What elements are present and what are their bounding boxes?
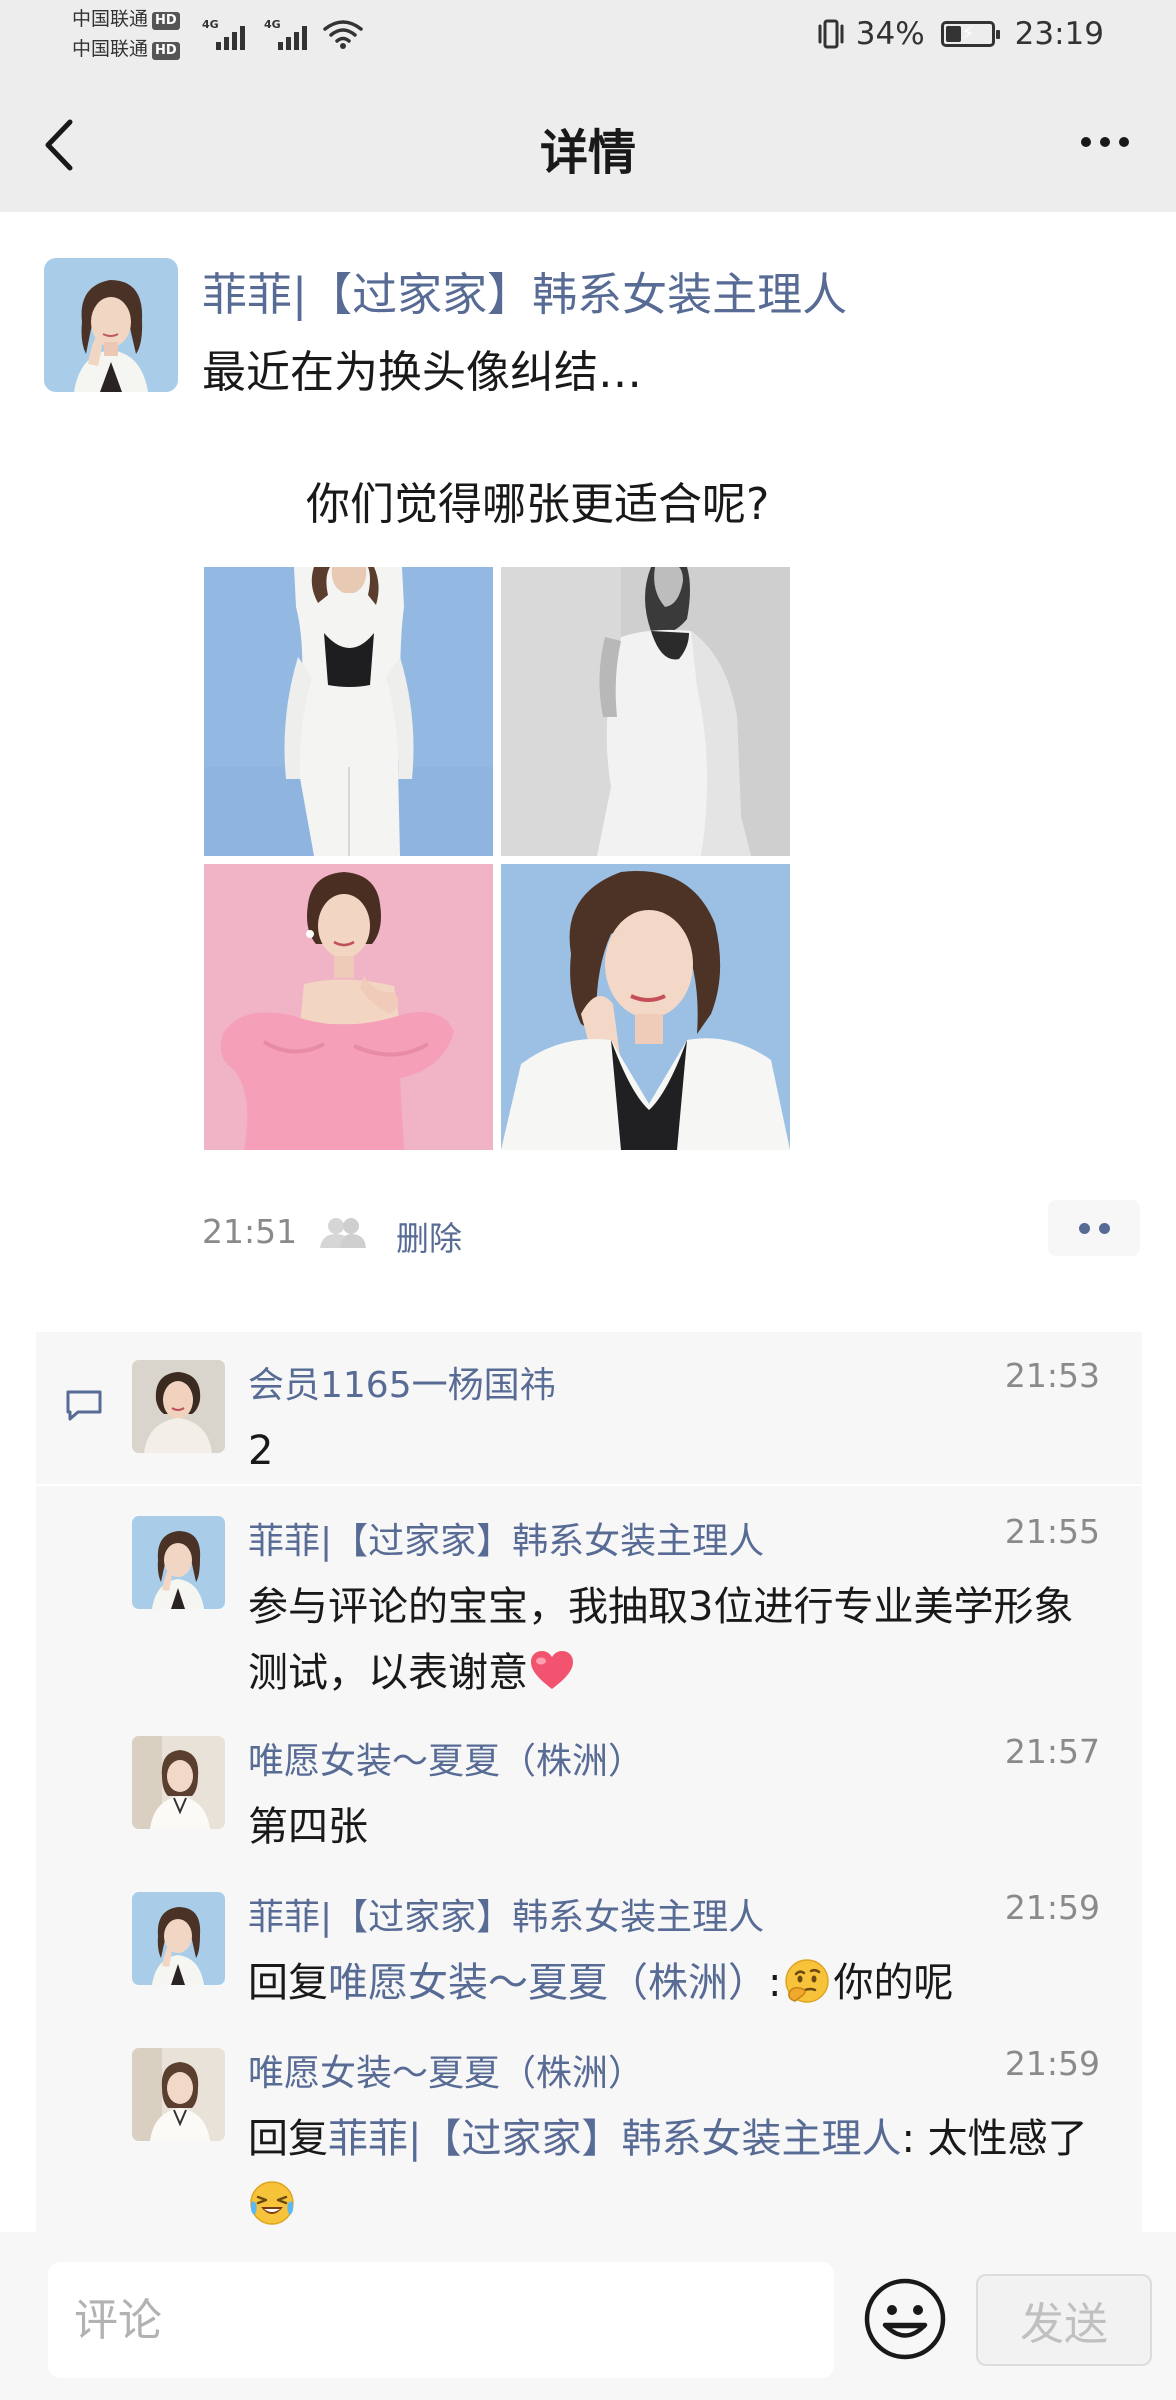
post-text-line-2: 你们觉得哪张更适合呢? (306, 479, 770, 530)
comment-text: 回复唯愿女装～夏夏（株洲）: 你的呢 (248, 1950, 1108, 2016)
battery-icon: ⚡ (940, 21, 1000, 47)
post-image-3[interactable] (204, 864, 493, 1150)
commenter-avatar[interactable] (132, 2048, 225, 2141)
post-time: 21:51 (202, 1212, 298, 1251)
comment-time: 21:59 (1004, 2044, 1100, 2083)
comment-input-bar: 发送 (0, 2232, 1176, 2400)
commenter-name[interactable]: 唯愿女装～夏夏（株洲） (248, 1732, 644, 1784)
comment-item[interactable]: 唯愿女装～夏夏（株洲） 21:59 回复菲菲|【过家家】韩系女装主理人: 太性感… (132, 2044, 1122, 2232)
author-name[interactable]: 菲菲|【过家家】韩系女装主理人 (202, 258, 847, 323)
status-right: 34% ⚡ 23:19 (816, 14, 1104, 54)
comment-item[interactable]: 菲菲|【过家家】韩系女装主理人 21:59 回复唯愿女装～夏夏（株洲）: 你的呢 (132, 1888, 1122, 2012)
comment-time: 21:59 (1004, 1888, 1100, 1927)
comment-item[interactable]: 会员1165一杨国祎 21:53 2 (132, 1356, 1122, 1480)
commenter-avatar[interactable] (132, 1516, 225, 1609)
commenter-avatar[interactable] (132, 1736, 225, 1829)
battery-percent: 34% (855, 16, 925, 52)
comment-time: 21:53 (1004, 1356, 1100, 1395)
post-image-1[interactable] (204, 567, 493, 856)
post-text: 最近在为换头像纠结… 你们觉得哪张更适合呢? (202, 340, 769, 538)
comments-panel: 会员1165一杨国祎 21:53 2 菲菲|【过家家】韩系女装主理人 21:55… (36, 1332, 1142, 2232)
thinking-emoji-icon (785, 1959, 830, 2003)
hd-badge: HD (152, 12, 180, 30)
send-button[interactable]: 发送 (976, 2274, 1152, 2366)
smiley-icon[interactable] (860, 2274, 950, 2364)
post-image-4[interactable] (501, 864, 790, 1150)
commenter-name[interactable]: 会员1165一杨国祎 (248, 1356, 556, 1408)
commenter-name[interactable]: 菲菲|【过家家】韩系女装主理人 (248, 1888, 764, 1940)
comment-item[interactable]: 菲菲|【过家家】韩系女装主理人 21:55 参与评论的宝宝，我抽取3位进行专业美… (132, 1512, 1122, 1706)
hd-badge: HD (152, 42, 180, 60)
delete-button[interactable]: 删除 (396, 1212, 462, 1260)
divider (36, 1484, 1142, 1486)
carrier-2: 中国联通 HD (72, 38, 180, 60)
author-avatar[interactable] (44, 258, 178, 392)
comment-time: 21:55 (1004, 1512, 1100, 1551)
comment-text: 参与评论的宝宝，我抽取3位进行专业美学形象测试，以表谢意 (248, 1584, 1074, 1696)
reply-target-link[interactable]: 唯愿女装～夏夏（株洲） (328, 1960, 768, 2006)
post-text-line-1: 最近在为换头像纠结… (202, 347, 642, 398)
commenter-avatar[interactable] (132, 1892, 225, 1985)
friends-icon (320, 1218, 366, 1248)
image-grid (204, 567, 794, 1150)
clock: 23:19 (1014, 16, 1104, 52)
commenter-avatar[interactable] (132, 1360, 225, 1453)
vibrate-icon (818, 19, 844, 49)
comment-time: 21:57 (1004, 1732, 1100, 1771)
laughing-tears-emoji-icon (250, 2181, 294, 2225)
more-dots-icon[interactable] (1070, 122, 1140, 162)
status-bar: 中国联通 HD 中国联通 HD 4G 4G 34% ⚡ 23:19 (0, 0, 1176, 78)
nav-bar: 详情 (0, 78, 1176, 212)
comment-item[interactable]: 唯愿女装～夏夏（株洲） 21:57 第四张 (132, 1732, 1122, 1856)
heart-emoji-icon (531, 1651, 573, 1689)
comment-input[interactable] (48, 2262, 834, 2378)
two-dots-icon[interactable] (1048, 1200, 1140, 1256)
comment-icon (66, 1390, 102, 1421)
comment-text: 2 (248, 1428, 274, 1474)
commenter-name[interactable]: 菲菲|【过家家】韩系女装主理人 (248, 1512, 764, 1564)
comment-text: 第四张 (248, 1804, 368, 1850)
carrier-1: 中国联通 HD (72, 8, 180, 30)
post-image-2[interactable] (501, 567, 790, 856)
page-title: 详情 (539, 125, 636, 181)
wifi-icon (323, 20, 363, 49)
reply-target-link[interactable]: 菲菲|【过家家】韩系女装主理人 (328, 2116, 901, 2162)
commenter-name[interactable]: 唯愿女装～夏夏（株洲） (248, 2044, 644, 2096)
battery-fill (945, 26, 961, 42)
comment-text: 回复菲菲|【过家家】韩系女装主理人: 太性感了 (248, 2106, 1108, 2238)
